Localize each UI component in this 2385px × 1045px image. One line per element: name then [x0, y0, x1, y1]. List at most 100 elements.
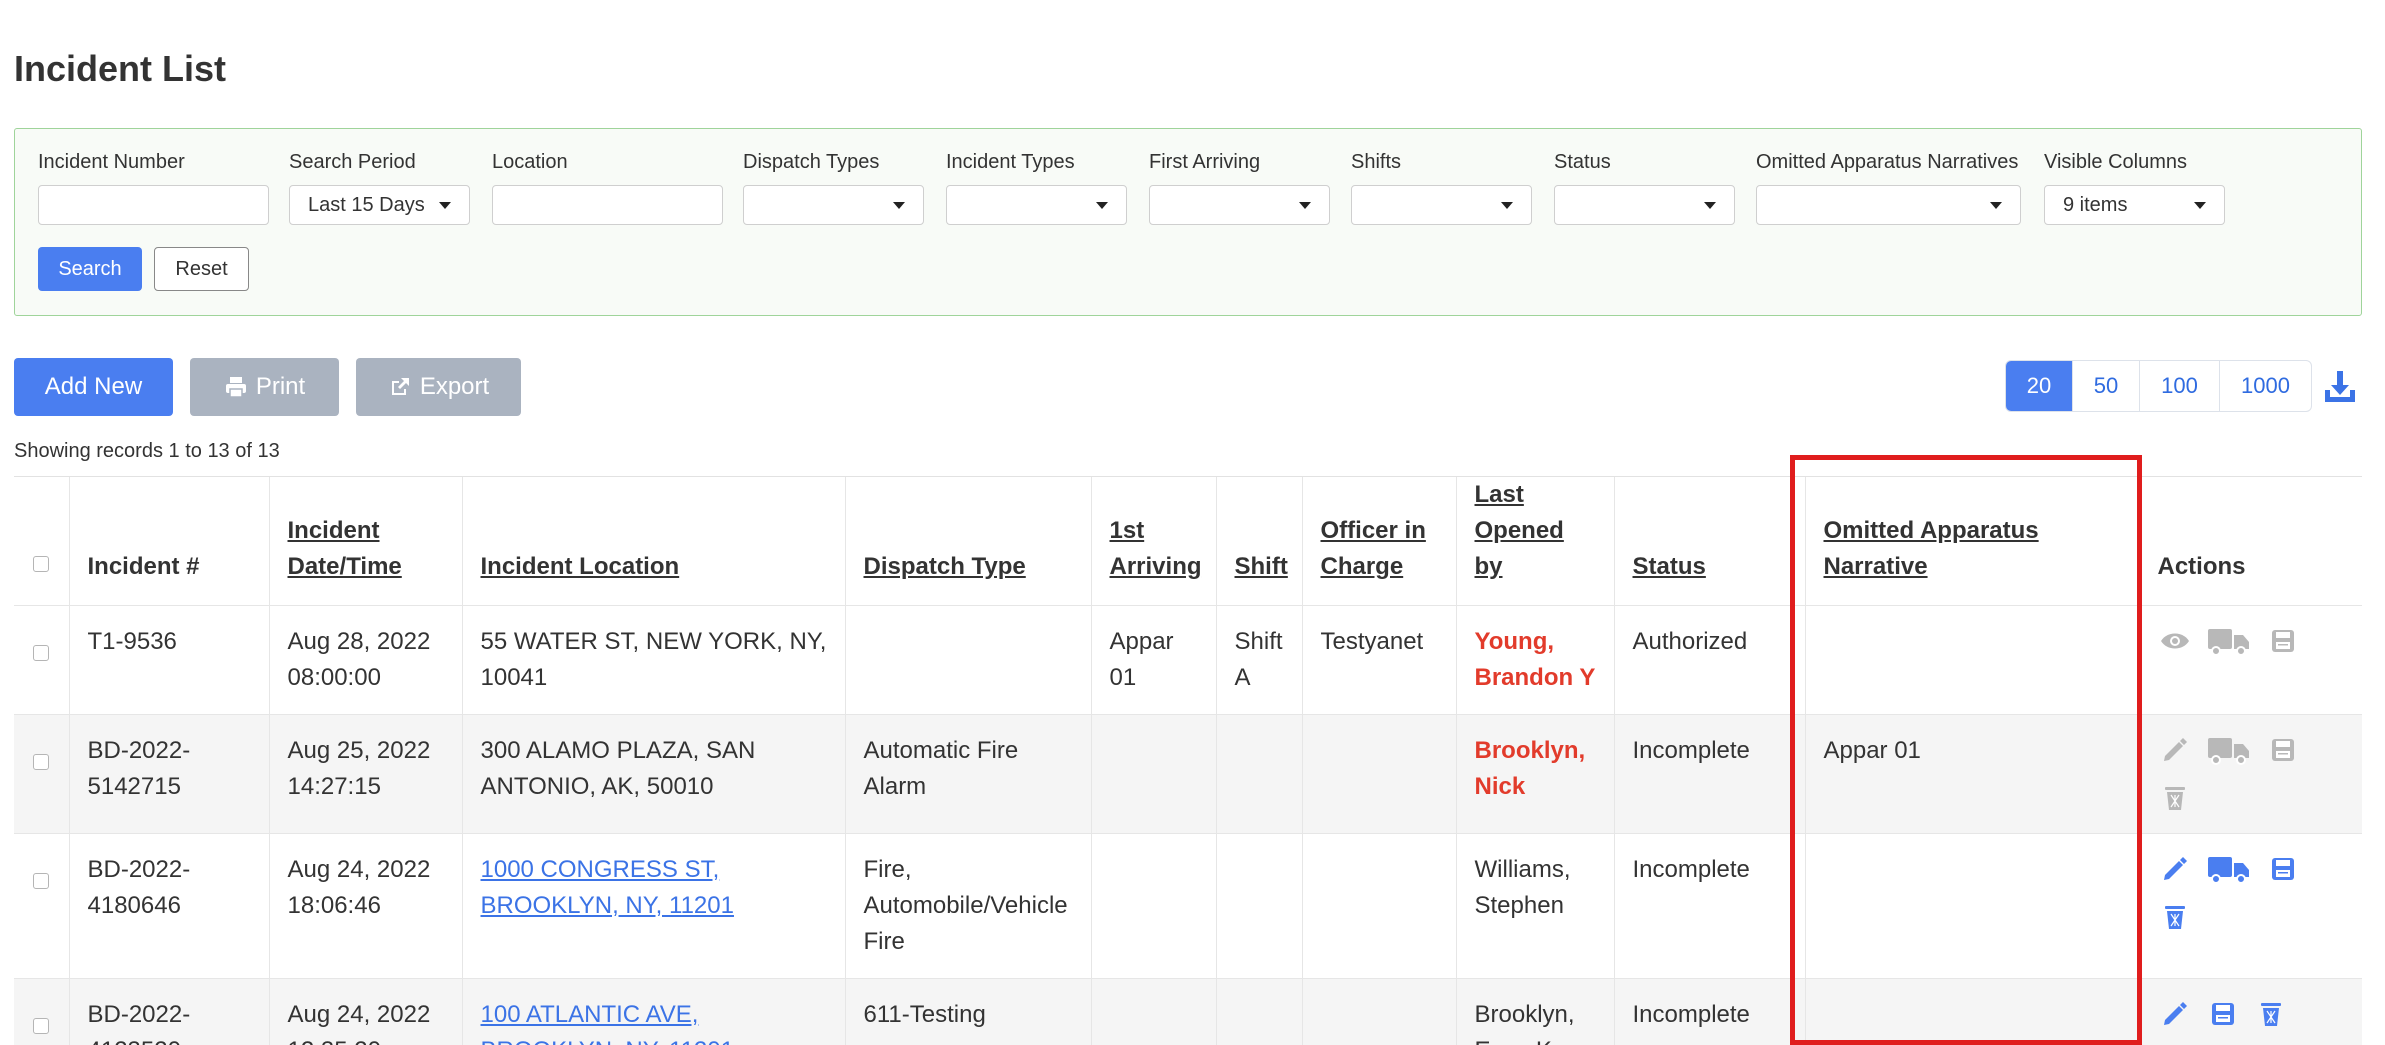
delete-icon[interactable]	[2158, 900, 2192, 934]
caret-down-icon	[439, 201, 451, 209]
apparatus-icon[interactable]	[2206, 624, 2252, 658]
cell-officer	[1302, 714, 1457, 834]
col-dispatch-type[interactable]: Dispatch Type	[845, 477, 1092, 606]
row-actions	[2158, 733, 2318, 815]
caret-down-icon	[1704, 201, 1716, 209]
location-text: 55 WATER ST, NEW YORK, NY, 10041	[480, 628, 827, 691]
cell-date-time: Aug 28, 2022 08:00:00	[269, 605, 463, 715]
col-last-opened[interactable]: Last Opened by	[1456, 477, 1615, 606]
page-title: Incident List	[14, 48, 227, 89]
cell-dispatch-type: Automatic Fire Alarm	[845, 714, 1092, 834]
page-size-selector: 20 50 100 1000	[2005, 360, 2312, 412]
omitted-narratives-select[interactable]	[1756, 185, 2021, 225]
printer-icon	[225, 377, 246, 398]
dispatch-types-select[interactable]	[743, 185, 924, 225]
shifts-select[interactable]	[1351, 185, 1532, 225]
apparatus-icon[interactable]	[2206, 852, 2252, 886]
filter-label: Shifts	[1351, 151, 1402, 173]
col-location[interactable]: Incident Location	[462, 477, 846, 606]
add-new-button[interactable]: Add New	[14, 358, 173, 416]
cell-actions	[2139, 978, 2362, 1045]
filter-search-period: Search Period Last 15 Days	[289, 151, 470, 225]
reset-button[interactable]: Reset	[154, 247, 249, 291]
col-omitted-narrative[interactable]: Omitted Apparatus Narrative	[1805, 477, 2140, 606]
cell-location: 1000 CONGRESS ST, BROOKLYN, NY, 11201	[462, 833, 846, 979]
cell-date-time: Aug 24, 2022 12:35:20	[269, 978, 463, 1045]
export-icon	[391, 378, 409, 395]
location-text[interactable]: 1000 CONGRESS ST, BROOKLYN, NY, 11201	[481, 856, 734, 919]
col-officer[interactable]: Officer in Charge	[1302, 477, 1457, 606]
cell-dispatch-type: Fire, Automobile/Vehicle Fire	[845, 833, 1092, 979]
cell-omitted-narrative: Appar 01	[1805, 714, 2140, 834]
header-label: Dispatch Type	[863, 553, 1026, 580]
search-button[interactable]: Search	[38, 247, 142, 291]
delete-icon[interactable]	[2254, 997, 2288, 1031]
save-icon[interactable]	[2206, 997, 2240, 1031]
cell-status: Incomplete	[1614, 978, 1806, 1045]
cell-last-opened: Young, Brandon Y	[1456, 605, 1615, 715]
cell-dispatch-type: 611-Testing	[845, 978, 1092, 1045]
page-size-option[interactable]: 50	[2072, 361, 2139, 411]
print-button[interactable]: Print	[190, 358, 339, 416]
visible-columns-select[interactable]: 9 items	[2044, 185, 2225, 225]
row-checkbox[interactable]	[33, 645, 50, 661]
location-text[interactable]: 100 ATLANTIC AVE, BROOKLYN, NY, 11201	[481, 1001, 734, 1045]
cell-shift: Shift A	[1216, 605, 1303, 715]
cell-shift	[1216, 833, 1303, 979]
row-checkbox[interactable]	[33, 873, 50, 889]
table-row: BD-2022-4180646 Aug 24, 2022 18:06:46 1000…	[14, 833, 2362, 979]
download-icon[interactable]	[2322, 368, 2358, 404]
location-input[interactable]	[492, 185, 723, 225]
select-all-checkbox[interactable]	[33, 556, 50, 572]
apparatus-icon[interactable]	[2206, 733, 2252, 767]
save-icon[interactable]	[2266, 624, 2300, 658]
header-label: Last Opened by	[1474, 481, 1564, 580]
add-new-label: Add New	[44, 373, 143, 400]
cell-dispatch-type	[845, 605, 1092, 715]
incident-number-input[interactable]	[38, 185, 269, 225]
row-actions	[2158, 852, 2318, 934]
edit-icon[interactable]	[2158, 733, 2192, 767]
header-label: Incident Date/Time	[287, 517, 402, 580]
row-checkbox[interactable]	[33, 754, 50, 770]
filter-label: Incident Number	[38, 151, 185, 173]
row-checkbox[interactable]	[33, 1018, 50, 1034]
print-label: Print	[255, 373, 306, 400]
select-all-cell	[14, 477, 70, 606]
header-label: Officer in Charge	[1320, 517, 1426, 580]
col-shift[interactable]: Shift	[1216, 477, 1303, 606]
view-icon[interactable]	[2158, 624, 2192, 658]
cell-status: Incomplete	[1614, 833, 1806, 979]
caret-down-icon	[1096, 201, 1108, 209]
select-value: 9 items	[2063, 193, 2128, 216]
filter-location: Location	[492, 151, 723, 225]
cell-last-opened: Williams, Stephen	[1456, 833, 1615, 979]
first-arriving-select[interactable]	[1149, 185, 1330, 225]
save-icon[interactable]	[2266, 733, 2300, 767]
incident-types-select[interactable]	[946, 185, 1127, 225]
col-date-time[interactable]: Incident Date/Time	[269, 477, 463, 606]
delete-icon[interactable]	[2158, 781, 2192, 815]
search-period-select[interactable]: Last 15 Days	[289, 185, 470, 225]
cell-actions	[2139, 714, 2362, 834]
filter-label: Status	[1554, 151, 1611, 173]
caret-down-icon	[1990, 201, 2002, 209]
cell-first-arriving	[1091, 833, 1217, 979]
page-size-option[interactable]: 100	[2139, 361, 2219, 411]
cell-incident-number: BD-2022-5142715	[69, 714, 270, 834]
save-icon[interactable]	[2266, 852, 2300, 886]
col-first-arriving[interactable]: 1st Arriving	[1091, 477, 1217, 606]
page-size-option[interactable]: 20	[2006, 361, 2072, 411]
incident-table: Incident # Incident Date/Time Incident L…	[14, 476, 2362, 1045]
edit-icon[interactable]	[2158, 997, 2192, 1031]
cell-incident-number: T1-9536	[69, 605, 270, 715]
export-button[interactable]: Export	[356, 358, 521, 416]
col-status[interactable]: Status	[1614, 477, 1806, 606]
status-select[interactable]	[1554, 185, 1735, 225]
edit-icon[interactable]	[2158, 852, 2192, 886]
page-size-option[interactable]: 1000	[2219, 361, 2311, 411]
cell-location: 55 WATER ST, NEW YORK, NY, 10041	[462, 605, 846, 715]
header-label: Shift	[1234, 553, 1288, 580]
cell-shift	[1216, 978, 1303, 1045]
col-incident-number: Incident #	[69, 477, 270, 606]
